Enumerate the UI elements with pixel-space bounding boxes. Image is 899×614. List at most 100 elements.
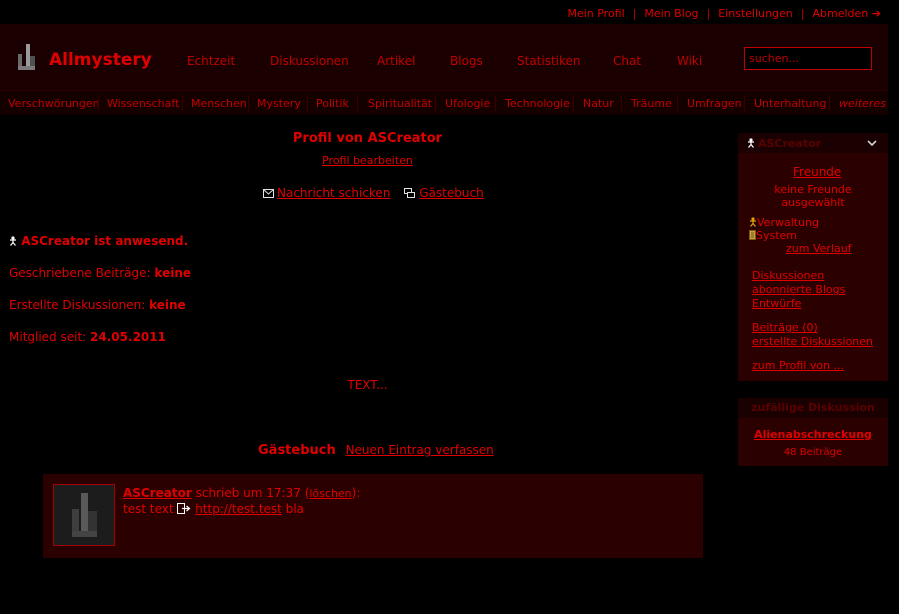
entry-author-link[interactable]: ASCreator — [123, 486, 192, 500]
member-since: Mitglied seit: 24.05.2011 — [9, 330, 166, 344]
entry-text-after: bla — [285, 502, 305, 516]
my-profile-link[interactable]: Mein Profil — [567, 7, 624, 20]
entry-meta: ASCreator schrieb um 17:37 (löschen): — [123, 486, 360, 500]
category-bar: Verschwörungen Wissenschaft Menschen Mys… — [0, 90, 888, 115]
sidebar-posts-link[interactable]: Beiträge (0) — [752, 321, 818, 334]
category-divider — [307, 95, 308, 111]
category-ufologie[interactable]: Ufologie — [445, 97, 490, 110]
admin-item[interactable]: Verwaltung — [749, 216, 819, 229]
posts-value: keine — [154, 266, 191, 280]
guestbook-icon — [404, 188, 416, 198]
system-item[interactable]: System — [749, 229, 797, 242]
category-verschwoerungen[interactable]: Verschwörungen — [8, 97, 100, 110]
guestbook-link[interactable]: Gästebuch — [419, 186, 483, 200]
nav-echtzeit[interactable]: Echtzeit — [187, 54, 235, 68]
user-box-header[interactable]: ASCreator — [738, 133, 888, 153]
guestbook-heading: Gästebuch — [258, 443, 336, 458]
sidebar-discussions-link[interactable]: Diskussionen — [752, 269, 824, 282]
profile-text: TEXT... — [347, 378, 388, 392]
category-technologie[interactable]: Technologie — [505, 97, 570, 110]
no-friends-text: keine Freunde ausgewählt — [774, 183, 852, 209]
user-box: ASCreator Freunde keine Freunde ausgewäh… — [738, 133, 888, 381]
user-menu: Mein Profil | Mein Blog | Einstellungen | Abme… — [567, 7, 881, 20]
nav-artikel[interactable]: Artikel — [377, 54, 415, 68]
site-header: Allmystery Echtzeit Diskussionen Artikel… — [0, 24, 888, 90]
page-title: Profil von ASCreator — [292, 131, 443, 146]
settings-link[interactable]: Einstellungen — [718, 7, 793, 20]
guestbook-entry: ASCreator schrieb um 17:37 (löschen): te… — [43, 474, 703, 558]
entry-body: test text http://test.test bla — [123, 502, 304, 516]
profile-of-link[interactable]: zum Profil von ... — [752, 359, 844, 372]
delete-entry-link[interactable]: löschen — [309, 487, 351, 500]
entry-paren-close: ): — [351, 486, 361, 500]
nav-wiki[interactable]: Wiki — [677, 54, 702, 68]
my-blog-link[interactable]: Mein Blog — [644, 7, 698, 20]
category-unterhaltung[interactable]: Unterhaltung — [754, 97, 826, 110]
category-mystery[interactable]: Mystery — [257, 97, 301, 110]
edit-profile-link[interactable]: Profil bearbeiten — [322, 154, 413, 167]
online-status: ASCreator ist anwesend. — [9, 234, 188, 248]
category-divider — [573, 95, 574, 111]
category-divider — [829, 95, 830, 111]
random-discussion-box: zufällige Diskussion Alienabschreckung 4… — [738, 398, 888, 466]
system-label: System — [756, 229, 798, 242]
category-divider — [677, 95, 678, 111]
chevron-down-icon[interactable] — [867, 140, 877, 147]
logout-link[interactable]: Abmelden ➔ — [813, 7, 882, 20]
send-message-link[interactable]: Nachricht schicken — [277, 186, 390, 200]
entry-time: schrieb um 17:37 — [195, 486, 301, 500]
external-link-icon — [177, 503, 191, 514]
new-entry-link[interactable]: Neuen Eintrag verfassen — [346, 443, 494, 457]
profile-actions: Nachricht schicken Gästebuch — [263, 186, 484, 200]
search-input[interactable] — [744, 47, 872, 70]
category-umfragen[interactable]: Umfragen — [687, 97, 742, 110]
logout-label: Abmelden — [812, 7, 869, 20]
random-discussion-heading: zufällige Diskussion — [738, 398, 888, 418]
nav-blogs[interactable]: Blogs — [450, 54, 483, 68]
logout-arrow-icon: ➔ — [871, 7, 881, 20]
category-weiteres[interactable]: weiteres — [839, 97, 886, 110]
logo-icon[interactable] — [17, 44, 39, 72]
user-bar: Mein Profil | Mein Blog | Einstellungen | Abme… — [0, 0, 899, 24]
nav-diskussionen[interactable]: Diskussionen — [270, 54, 349, 68]
member-since-label: Mitglied seit: — [9, 330, 87, 344]
posts-count: Geschriebene Beiträge: keine — [9, 266, 191, 280]
history-link[interactable]: zum Verlauf — [786, 242, 852, 255]
sidebar-subscribed-blogs-link[interactable]: abonnierte Blogs — [752, 283, 845, 296]
entry-text-before: test text — [123, 502, 174, 516]
category-wissenschaft[interactable]: Wissenschaft — [107, 97, 179, 110]
posts-label: Geschriebene Beiträge: — [9, 266, 151, 280]
document-icon — [749, 230, 756, 240]
avatar[interactable] — [53, 484, 115, 546]
nav-statistiken[interactable]: Statistiken — [517, 54, 581, 68]
category-traeume[interactable]: Träume — [631, 97, 672, 110]
entry-link[interactable]: http://test.test — [195, 502, 282, 516]
admin-label: Verwaltung — [757, 216, 819, 229]
category-divider — [744, 95, 745, 111]
random-discussion-link[interactable]: Alienabschreckung — [738, 428, 888, 441]
logo-text[interactable]: Allmystery — [49, 50, 152, 70]
nav-chat[interactable]: Chat — [613, 54, 641, 68]
category-politik[interactable]: Politik — [316, 97, 349, 110]
category-divider — [435, 95, 436, 111]
envelope-icon — [263, 189, 274, 198]
person-icon — [748, 138, 754, 148]
category-divider — [357, 95, 358, 111]
guestbook-header: Gästebuch Neuen Eintrag verfassen — [258, 443, 494, 458]
random-discussion-count: 48 Beiträge — [783, 447, 843, 458]
category-natur[interactable]: Natur — [583, 97, 614, 110]
discussions-label: Erstellte Diskussionen: — [9, 298, 146, 312]
edit-profile-link-wrap: Profil bearbeiten — [0, 154, 735, 167]
category-divider — [182, 95, 183, 111]
sidebar-created-discussions-link[interactable]: erstellte Diskussionen — [752, 335, 873, 348]
friends-link[interactable]: Freunde — [793, 165, 841, 179]
discussions-value: keine — [149, 298, 186, 312]
category-divider — [248, 95, 249, 111]
sidebar-username: ASCreator — [758, 137, 822, 150]
category-spiritualitaet[interactable]: Spiritualität — [368, 97, 432, 110]
category-divider — [98, 95, 99, 111]
sidebar-drafts-link[interactable]: Entwürfe — [752, 297, 801, 310]
online-text: ASCreator ist anwesend. — [21, 234, 189, 248]
category-divider — [621, 95, 622, 111]
category-menschen[interactable]: Menschen — [191, 97, 247, 110]
